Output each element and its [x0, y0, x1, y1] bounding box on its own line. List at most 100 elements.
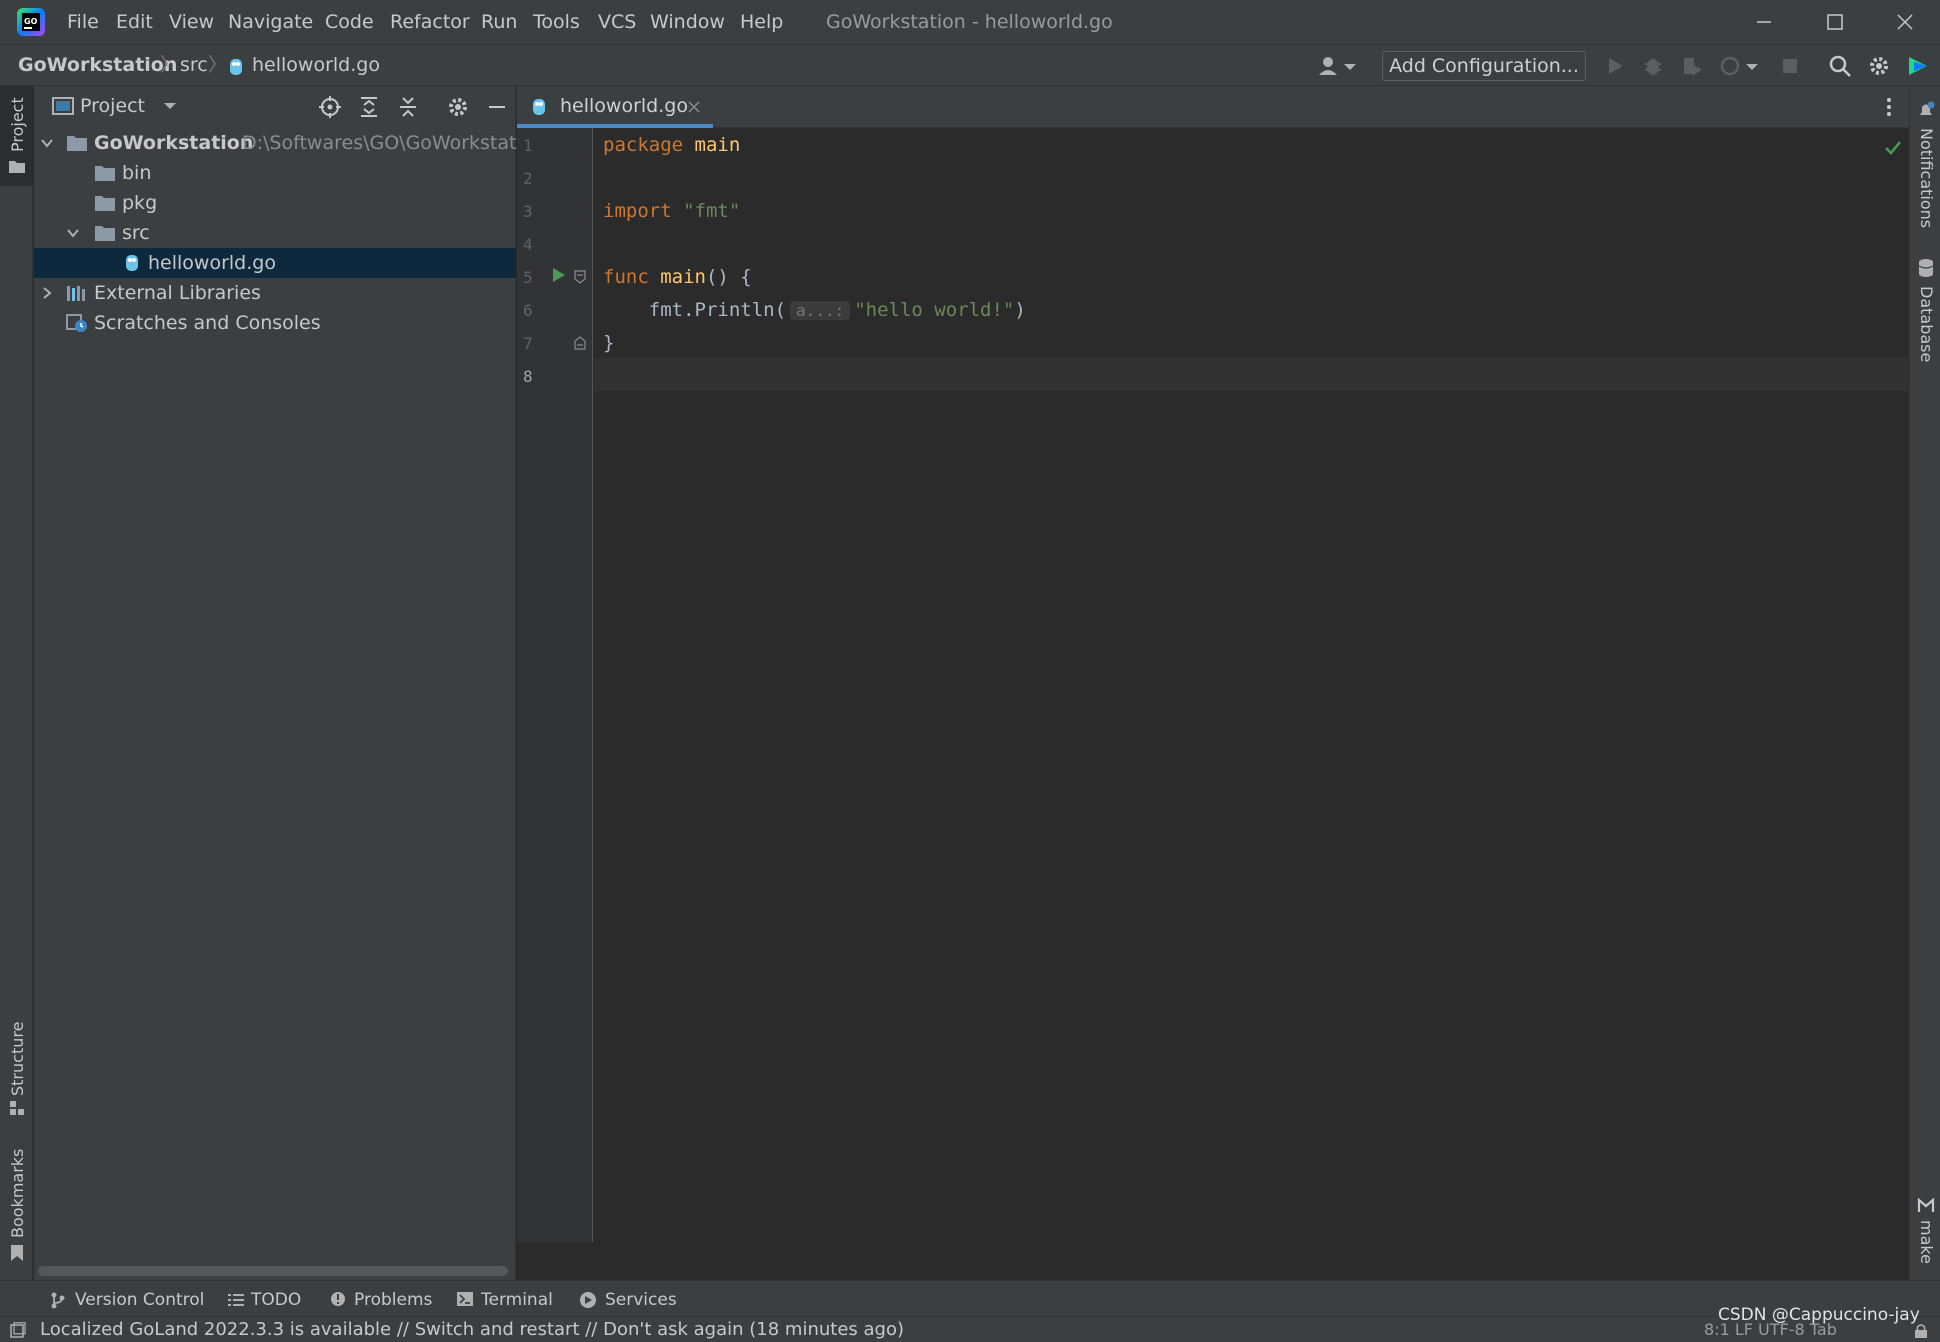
chevron-down-icon[interactable] — [66, 226, 80, 240]
stop-icon[interactable] — [1778, 54, 1802, 78]
chevron-down-icon[interactable] — [162, 98, 178, 114]
right-tool-stripe: Notifications Database make — [1909, 86, 1940, 1280]
navigation-bar: GoWorkstation 〉 src 〉 helloworld.go Add … — [0, 44, 1940, 86]
menu-tools[interactable]: Tools — [533, 8, 580, 36]
menu-view[interactable]: View — [169, 8, 214, 36]
menu-file[interactable]: File — [67, 8, 99, 36]
package-name: main — [694, 134, 741, 156]
close-tab-icon[interactable] — [687, 100, 701, 114]
stripe-make-tab[interactable]: make — [1917, 1220, 1936, 1264]
panel-settings-gear-icon[interactable] — [446, 95, 470, 119]
status-message[interactable]: Localized GoLand 2022.3.3 is available /… — [40, 1318, 904, 1342]
jetbrains-toolbox-icon[interactable] — [1906, 54, 1930, 78]
more-options-icon[interactable] — [1879, 96, 1899, 118]
chevron-down-icon[interactable] — [40, 136, 54, 150]
fold-icon[interactable] — [573, 335, 587, 351]
breadcrumb-src[interactable]: src — [180, 53, 208, 77]
settings-gear-icon[interactable] — [1867, 54, 1891, 78]
goland-logo-icon[interactable]: GO — [16, 7, 46, 37]
title-bar: GO File Edit View Navigate Code Refactor… — [0, 0, 1940, 44]
tool-terminal[interactable]: Terminal — [481, 1288, 553, 1312]
editor-gutter: 1 2 3 4 5 6 7 8 — [517, 128, 593, 1242]
project-panel-header: Project — [34, 86, 516, 126]
menu-code[interactable]: Code — [325, 8, 374, 36]
menu-run[interactable]: Run — [481, 8, 517, 36]
bottom-tool-bar: Version Control TODO Problems Terminal S… — [0, 1280, 1940, 1316]
services-icon — [579, 1291, 597, 1309]
hide-panel-icon[interactable] — [485, 95, 509, 119]
tree-item-external-libraries[interactable]: External Libraries — [34, 278, 516, 308]
fold-icon[interactable] — [573, 269, 587, 285]
function-name: main — [660, 266, 706, 288]
coverage-icon[interactable] — [1680, 54, 1704, 78]
user-account-icon[interactable] — [1316, 54, 1360, 78]
project-panel-title[interactable]: Project — [80, 94, 145, 118]
tool-todo[interactable]: TODO — [251, 1288, 301, 1312]
folder-icon — [94, 223, 116, 243]
menu-help[interactable]: Help — [740, 8, 783, 36]
search-icon[interactable] — [1828, 54, 1852, 78]
svg-text:GO: GO — [24, 17, 38, 26]
debug-icon[interactable] — [1641, 54, 1665, 78]
code-line-7: } — [603, 332, 614, 354]
tree-item-root[interactable]: GoWorkstation D:\Softwares\GO\GoWorkstat… — [34, 128, 516, 158]
stripe-notifications-tab[interactable]: Notifications — [1917, 128, 1936, 228]
structure-icon — [9, 1100, 25, 1116]
tree-label-bin: bin — [122, 162, 152, 184]
run-gutter-icon[interactable] — [551, 266, 567, 284]
locate-file-icon[interactable] — [318, 95, 342, 119]
add-configuration-button[interactable]: Add Configuration... — [1382, 51, 1586, 81]
current-line-highlight — [594, 358, 1909, 391]
tree-label-src: src — [122, 222, 150, 244]
stripe-project-tab[interactable]: Project — [0, 86, 33, 186]
chevron-right-icon[interactable] — [40, 286, 54, 300]
collapse-all-icon[interactable] — [396, 95, 420, 119]
scratches-icon — [66, 313, 88, 333]
no-problems-check-icon[interactable] — [1883, 138, 1903, 158]
menu-window[interactable]: Window — [650, 8, 725, 36]
run-icon[interactable] — [1603, 54, 1627, 78]
tree-label-pkg: pkg — [122, 192, 158, 214]
tree-item-bin[interactable]: bin — [34, 158, 516, 188]
tree-item-helloworld[interactable]: helloworld.go — [34, 248, 516, 278]
go-file-icon — [228, 55, 244, 77]
minimize-icon[interactable] — [1744, 6, 1784, 38]
horizontal-scrollbar[interactable] — [38, 1266, 508, 1276]
tree-item-src[interactable]: src — [34, 218, 516, 248]
string-literal: "hello world!" — [854, 299, 1015, 321]
breadcrumb-project[interactable]: GoWorkstation — [18, 53, 177, 77]
tree-item-pkg[interactable]: pkg — [34, 188, 516, 218]
go-file-icon — [124, 253, 140, 273]
function-call: fmt.Println( — [648, 299, 787, 321]
menu-vcs[interactable]: VCS — [598, 8, 636, 36]
status-bar: Localized GoLand 2022.3.3 is available /… — [0, 1316, 1940, 1342]
stripe-structure-tab[interactable]: Structure — [8, 1022, 27, 1096]
tool-problems[interactable]: Problems — [354, 1288, 432, 1312]
menu-edit[interactable]: Edit — [116, 8, 153, 36]
folder-icon — [94, 163, 116, 183]
keyword: import — [603, 200, 672, 222]
tree-label-external-libraries: External Libraries — [94, 282, 261, 304]
project-tool-window: Project GoWorkstation D:\Softwares\GO\Go… — [34, 86, 516, 1280]
lock-icon[interactable] — [1914, 1323, 1928, 1339]
bookmark-icon — [10, 1244, 24, 1262]
toggle-tool-windows-icon[interactable] — [10, 1322, 26, 1338]
profile-icon[interactable] — [1718, 54, 1762, 78]
parameter-hint[interactable]: a...: — [790, 301, 851, 320]
menu-refactor[interactable]: Refactor — [390, 8, 470, 36]
tab-helloworld[interactable]: helloworld.go — [517, 86, 713, 128]
code-editor[interactable]: 1 2 3 4 5 6 7 8 package main import "fmt… — [517, 128, 1909, 1242]
tree-label-helloworld: helloworld.go — [148, 252, 276, 274]
tree-item-scratches[interactable]: Scratches and Consoles — [34, 308, 516, 338]
stripe-bookmarks-tab[interactable]: Bookmarks — [8, 1149, 27, 1238]
line-number: 1 — [523, 136, 533, 155]
maximize-icon[interactable] — [1815, 6, 1855, 38]
notifications-bell-icon[interactable] — [1916, 100, 1936, 120]
tool-version-control[interactable]: Version Control — [75, 1288, 204, 1312]
expand-all-icon[interactable] — [357, 95, 381, 119]
tool-services[interactable]: Services — [605, 1288, 677, 1312]
stripe-database-tab[interactable]: Database — [1917, 286, 1936, 362]
close-window-icon[interactable] — [1885, 6, 1925, 38]
breadcrumb-file[interactable]: helloworld.go — [252, 53, 380, 77]
menu-navigate[interactable]: Navigate — [228, 8, 313, 36]
